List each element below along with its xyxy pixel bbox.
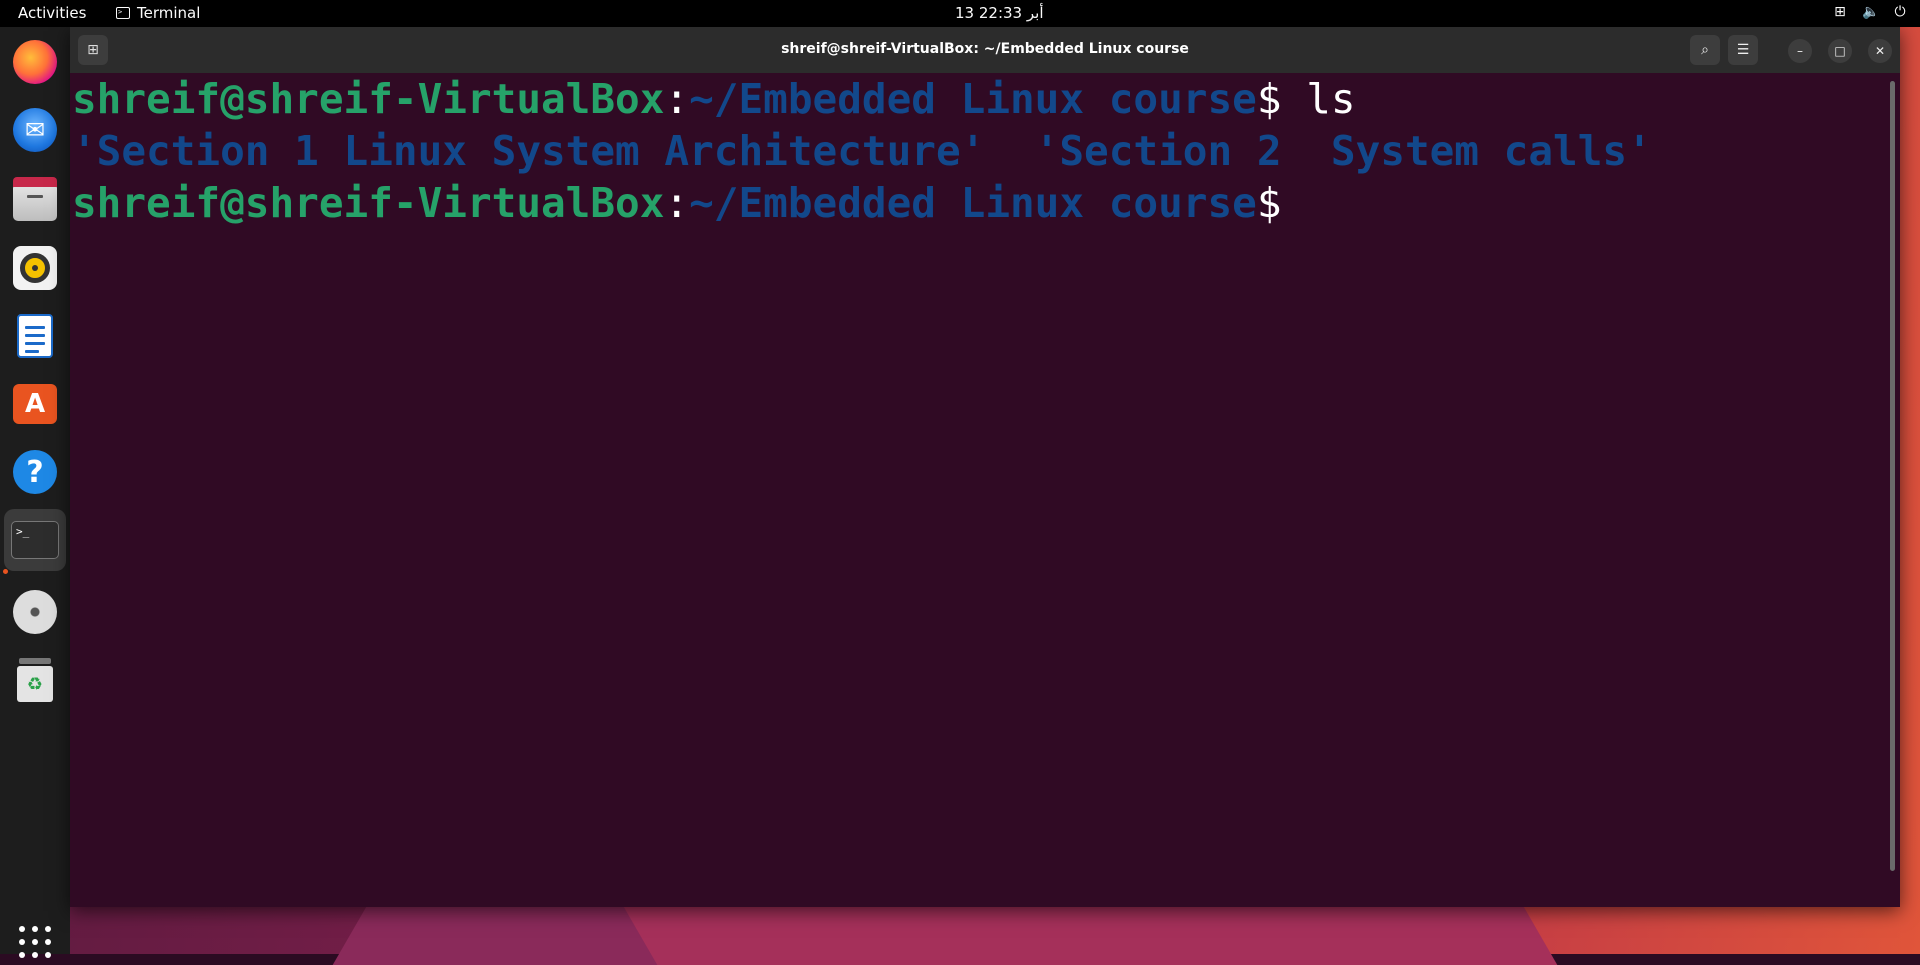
- close-button[interactable]: ✕: [1868, 39, 1892, 63]
- dock-item-trash[interactable]: ♻: [12, 657, 58, 703]
- dock-item-terminal[interactable]: >_: [4, 509, 66, 571]
- libreoffice-writer-icon: [17, 314, 53, 358]
- close-icon: ✕: [1874, 44, 1886, 58]
- prompt-separator: :: [664, 179, 690, 227]
- dock: ✉ A ? >_ ♻: [0, 27, 70, 958]
- terminal-line: shreif@shreif-VirtualBox:~/Embedded Linu…: [72, 177, 1282, 229]
- terminal-line: shreif@shreif-VirtualBox:~/Embedded Linu…: [72, 73, 1356, 125]
- terminal-small-icon: >: [116, 7, 130, 19]
- app-menu-label: Terminal: [137, 4, 201, 22]
- activities-button[interactable]: Activities: [18, 4, 86, 22]
- firefox-icon: [13, 40, 57, 84]
- menu-button[interactable]: ☰: [1728, 35, 1758, 65]
- hamburger-menu-icon: ☰: [1736, 42, 1750, 58]
- power-icon: ⏻: [1894, 4, 1906, 20]
- volume-icon: 🔈: [1862, 4, 1880, 20]
- terminal-window: ⊞ shreif@shreif-VirtualBox: ~/Embedded L…: [70, 27, 1900, 907]
- show-apps-button[interactable]: [19, 926, 51, 958]
- running-indicator: [3, 569, 8, 574]
- prompt-user: shreif@shreif-VirtualBox: [72, 179, 665, 227]
- dock-item-disc[interactable]: [12, 589, 58, 635]
- minimize-icon: –: [1797, 44, 1803, 58]
- dock-item-firefox[interactable]: [12, 39, 58, 85]
- dock-item-rhythmbox[interactable]: [12, 245, 58, 291]
- prompt-path: ~/Embedded Linux course: [689, 75, 1257, 123]
- network-icon: ⊞: [1834, 4, 1846, 20]
- terminal-content[interactable]: shreif@shreif-VirtualBox:~/Embedded Linu…: [70, 73, 1900, 907]
- search-button[interactable]: ⌕: [1690, 35, 1720, 65]
- command-output: 'Section 1 Linux System Architecture' 'S…: [72, 127, 1652, 175]
- files-icon: [13, 177, 57, 221]
- prompt-separator: :: [664, 75, 690, 123]
- prompt-dollar: $: [1256, 75, 1282, 123]
- thunderbird-icon: ✉: [13, 108, 57, 152]
- terminal-line: 'Section 1 Linux System Architecture' 'S…: [72, 125, 1652, 177]
- clock[interactable]: 13 أبر 22:33: [955, 4, 1043, 22]
- app-center-icon: A: [13, 384, 57, 424]
- app-menu[interactable]: > Terminal: [116, 4, 200, 22]
- disc-icon: [13, 590, 57, 634]
- prompt-dollar: $: [1256, 179, 1282, 227]
- terminal-icon: >_: [11, 521, 59, 559]
- dock-item-help[interactable]: ?: [12, 449, 58, 495]
- prompt-user: shreif@shreif-VirtualBox: [72, 75, 665, 123]
- dock-item-writer[interactable]: [12, 313, 58, 359]
- dock-item-app-center[interactable]: A: [12, 381, 58, 427]
- trash-icon: ♻: [17, 658, 53, 702]
- command-text: ls: [1281, 75, 1356, 123]
- title-bar: ⊞ shreif@shreif-VirtualBox: ~/Embedded L…: [70, 27, 1900, 73]
- help-icon: ?: [13, 450, 57, 494]
- scrollbar[interactable]: [1890, 81, 1895, 871]
- system-tray[interactable]: ⊞ 🔈 ⏻: [1832, 4, 1908, 20]
- search-icon: ⌕: [1701, 42, 1709, 58]
- prompt-path: ~/Embedded Linux course: [689, 179, 1257, 227]
- minimize-button[interactable]: –: [1788, 39, 1812, 63]
- rhythmbox-icon: [13, 246, 57, 290]
- window-title: shreif@shreif-VirtualBox: ~/Embedded Lin…: [781, 41, 1189, 57]
- dock-item-files[interactable]: [12, 177, 58, 225]
- top-bar: Activities > Terminal 13 أبر 22:33 ⊞ 🔈 ⏻: [0, 0, 1920, 27]
- dock-item-thunderbird[interactable]: ✉: [12, 107, 58, 153]
- maximize-icon: □: [1834, 44, 1846, 58]
- wallpaper-shape: [622, 905, 1558, 965]
- maximize-button[interactable]: □: [1828, 39, 1852, 63]
